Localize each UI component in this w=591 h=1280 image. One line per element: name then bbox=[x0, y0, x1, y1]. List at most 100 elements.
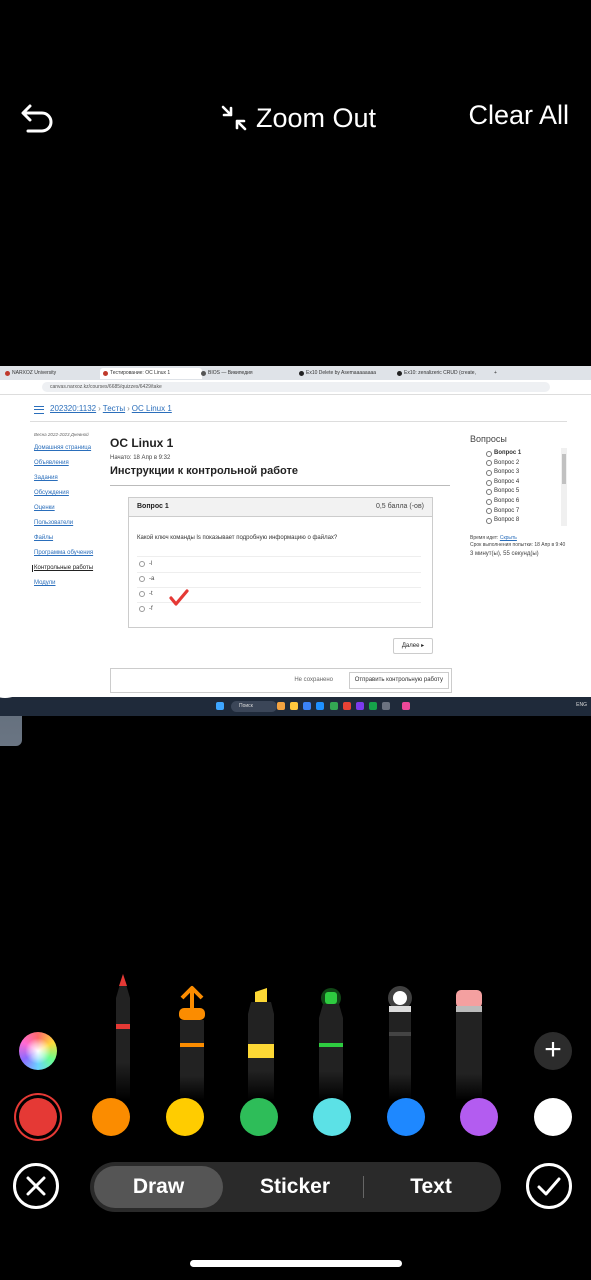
sidebar-item-assignments[interactable]: Задания bbox=[34, 475, 94, 482]
divider bbox=[137, 587, 421, 588]
new-tab-icon[interactable]: + bbox=[494, 368, 504, 379]
taskbar-app-icon[interactable] bbox=[343, 702, 351, 710]
questions-heading: Вопросы bbox=[470, 434, 507, 444]
course-sidebar: Весна 2022-2023 Дневной Домашняя страниц… bbox=[32, 432, 94, 595]
sidebar-item-files[interactable]: Файлы bbox=[34, 535, 94, 542]
undo-icon[interactable] bbox=[20, 100, 56, 136]
timer-hide-link[interactable]: Скрыть bbox=[500, 535, 517, 541]
glow-pen-tool[interactable] bbox=[385, 970, 415, 1100]
color-swatch-blue[interactable] bbox=[387, 1098, 425, 1136]
clear-all-button[interactable]: Clear All bbox=[468, 100, 569, 131]
zoom-out-icon bbox=[221, 105, 247, 131]
question-link[interactable]: Вопрос 3 bbox=[486, 468, 570, 478]
screenshot-canvas[interactable]: NARXOZ University Тестирование: ОС Linux… bbox=[0, 366, 591, 716]
tab-favicon-icon bbox=[5, 371, 10, 376]
eraser-tool[interactable] bbox=[454, 970, 484, 1100]
timer-panel: Время идет: Скрыть Срок выполнения попыт… bbox=[470, 535, 570, 558]
taskbar-app-icon[interactable] bbox=[402, 702, 410, 710]
color-swatch-green[interactable] bbox=[240, 1098, 278, 1136]
tab-sticker[interactable]: Sticker bbox=[230, 1166, 360, 1208]
sidebar-item-grades[interactable]: Оценки bbox=[34, 505, 94, 512]
tab-draw[interactable]: Draw bbox=[94, 1166, 223, 1208]
checkmark-icon bbox=[537, 1177, 561, 1196]
chrome-icon[interactable] bbox=[330, 702, 338, 710]
highlighter-tool[interactable] bbox=[246, 970, 276, 1100]
tab-favicon-icon bbox=[201, 371, 206, 376]
browser-tab[interactable]: NARXOZ University bbox=[2, 368, 104, 379]
sidebar-item-quizzes[interactable]: Контрольные работы bbox=[32, 565, 94, 572]
home-indicator bbox=[190, 1260, 402, 1267]
marker-tool[interactable] bbox=[177, 970, 207, 1100]
mail-icon[interactable] bbox=[303, 702, 311, 710]
question-label: Вопрос 1 bbox=[137, 503, 169, 510]
next-button[interactable]: Далее ▸ bbox=[393, 638, 433, 654]
done-button[interactable] bbox=[526, 1163, 572, 1209]
taskbar-app-icon[interactable] bbox=[369, 702, 377, 710]
breadcrumb-item[interactable]: ОС Linux 1 bbox=[132, 404, 172, 413]
quiz-title: ОС Linux 1 bbox=[110, 436, 174, 450]
tab-favicon-icon bbox=[103, 371, 108, 376]
browser-tab[interactable]: Ex10: zenalizeric CRUD (create, bbox=[394, 368, 496, 379]
question-link[interactable]: Вопрос 6 bbox=[486, 497, 570, 507]
questions-scrollbar[interactable] bbox=[561, 448, 567, 526]
sidebar-item-home[interactable]: Домашняя страница bbox=[34, 445, 94, 452]
taskbar-search[interactable]: Поиск bbox=[231, 701, 277, 712]
github-icon bbox=[397, 371, 402, 376]
edge-icon[interactable] bbox=[316, 702, 324, 710]
sidebar-item-announcements[interactable]: Объявления bbox=[34, 460, 94, 467]
quiz-footer: Не сохранено Отправить контрольную работ… bbox=[110, 668, 452, 693]
taskbar-app-icon[interactable] bbox=[356, 702, 364, 710]
browser-tab[interactable]: BIOS — Википедия bbox=[198, 368, 300, 379]
color-swatch-white[interactable] bbox=[534, 1098, 572, 1136]
zoom-out-button[interactable]: Zoom Out bbox=[220, 98, 376, 138]
color-swatch-red[interactable] bbox=[19, 1098, 57, 1136]
system-tray: ENG bbox=[576, 702, 587, 708]
question-link[interactable]: Вопрос 5 bbox=[486, 487, 570, 497]
question-header: Вопрос 1 0,5 балла (-ов) bbox=[129, 498, 432, 517]
radio-icon bbox=[139, 561, 145, 567]
add-tool-button[interactable]: + bbox=[534, 1032, 572, 1070]
menu-icon[interactable] bbox=[34, 406, 44, 414]
tab-text[interactable]: Text bbox=[366, 1166, 496, 1208]
color-swatch-purple[interactable] bbox=[460, 1098, 498, 1136]
divider bbox=[363, 1176, 364, 1198]
cancel-button[interactable] bbox=[13, 1163, 59, 1209]
timer-deadline: Срок выполнения попытки: 18 Апр в 9:40 bbox=[470, 542, 566, 548]
answer-option[interactable]: -l bbox=[139, 561, 423, 567]
question-link[interactable]: Вопрос 4 bbox=[486, 478, 570, 488]
question-status-icon bbox=[486, 489, 492, 496]
breadcrumb-item[interactable]: 202320:1132 bbox=[50, 404, 96, 413]
submit-quiz-button[interactable]: Отправить контрольную работу bbox=[348, 672, 449, 689]
question-status-icon bbox=[486, 450, 492, 457]
color-picker-icon[interactable] bbox=[19, 1032, 57, 1070]
browser-tab-active[interactable]: Тестирование: ОС Linux 1 bbox=[100, 368, 202, 379]
taskbar-app-icon[interactable] bbox=[382, 702, 390, 710]
question-link[interactable]: Вопрос 7 bbox=[486, 507, 570, 517]
question-link[interactable]: Вопрос 1 bbox=[486, 449, 570, 459]
divider bbox=[30, 421, 567, 422]
question-link[interactable]: Вопрос 8 bbox=[486, 516, 570, 526]
sidebar-item-syllabus[interactable]: Программа обучения bbox=[34, 550, 94, 557]
pen-tool[interactable] bbox=[108, 970, 138, 1100]
windows-taskbar: Поиск ENG bbox=[0, 697, 591, 716]
close-icon bbox=[26, 1176, 46, 1196]
folder-icon[interactable] bbox=[290, 702, 298, 710]
browser-tab[interactable]: Ex10 Delete by Asemaaaaaaaa bbox=[296, 368, 398, 379]
question-link[interactable]: Вопрос 2 bbox=[486, 459, 570, 469]
url-field[interactable]: canvas.narxoz.kz/courses/6685/quizzes/64… bbox=[42, 382, 550, 392]
breadcrumb-item[interactable]: Тесты bbox=[103, 404, 125, 413]
sidebar-item-modules[interactable]: Модули bbox=[34, 580, 94, 587]
windows-start-icon[interactable] bbox=[216, 702, 224, 710]
top-bar: Zoom Out Clear All bbox=[0, 0, 591, 240]
color-swatch-orange[interactable] bbox=[92, 1098, 130, 1136]
sidebar-item-discussions[interactable]: Обсуждения bbox=[34, 490, 94, 497]
sidebar-item-people[interactable]: Пользователи bbox=[34, 520, 94, 527]
color-swatch-cyan[interactable] bbox=[313, 1098, 351, 1136]
color-swatch-yellow[interactable] bbox=[166, 1098, 204, 1136]
neon-pen-tool[interactable] bbox=[316, 970, 346, 1100]
answer-option[interactable]: -a bbox=[139, 576, 423, 582]
radio-icon bbox=[139, 576, 145, 582]
taskbar-app-icon[interactable] bbox=[277, 702, 285, 710]
timer-value: 3 минут(ы), 55 секунд(ы) bbox=[470, 551, 539, 557]
radio-icon bbox=[139, 606, 145, 612]
